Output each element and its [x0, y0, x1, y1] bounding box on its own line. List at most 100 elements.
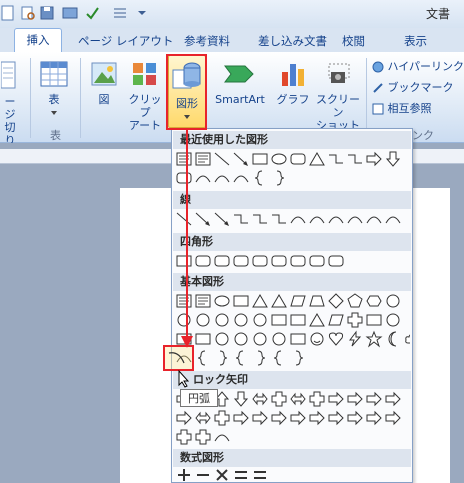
spelling-icon[interactable]	[84, 5, 100, 21]
shape-item-rect[interactable]	[195, 333, 211, 345]
shape-item-cross[interactable]	[176, 429, 192, 445]
shape-item-tri[interactable]	[309, 313, 325, 327]
shape-item-circle[interactable]	[234, 332, 248, 346]
shape-item-cross[interactable]	[309, 391, 325, 407]
shape-item-lr[interactable]	[195, 411, 211, 425]
shape-item-rarrow[interactable]	[366, 410, 382, 426]
rectangle-shapes[interactable]	[174, 253, 410, 271]
shape-item-brace2[interactable]	[295, 350, 304, 366]
basic-shapes[interactable]	[174, 293, 410, 373]
shape-item-circle[interactable]	[272, 332, 286, 346]
shape-item-curve[interactable]	[233, 175, 249, 183]
shape-item-rect[interactable]	[290, 314, 306, 326]
shape-item-brace[interactable]	[235, 350, 244, 366]
shape-item-rect[interactable]	[252, 153, 268, 165]
crossref-button[interactable]: 相互参照	[372, 102, 464, 115]
shape-item-oval[interactable]	[271, 153, 287, 165]
bookmark-button[interactable]: ブックマーク	[372, 81, 464, 94]
shape-item-rarrow[interactable]	[328, 391, 344, 407]
shape-item-curve[interactable]	[290, 216, 306, 224]
shape-item-rect[interactable]	[271, 314, 287, 326]
line-shapes[interactable]	[174, 211, 410, 229]
shape-item-lr[interactable]	[252, 392, 268, 406]
shape-item-plus[interactable]	[178, 469, 190, 481]
tab-insert[interactable]: 挿入	[14, 28, 62, 52]
shape-item-round[interactable]	[271, 255, 287, 267]
shape-item-lr[interactable]	[290, 392, 306, 406]
shape-item-bolt[interactable]	[349, 330, 362, 347]
shape-item-brace[interactable]	[197, 350, 206, 366]
shape-item-rarrow[interactable]	[347, 391, 363, 407]
numbering-icon[interactable]	[112, 5, 128, 21]
save-icon[interactable]	[40, 5, 56, 21]
shape-item-rarrow[interactable]	[347, 410, 363, 426]
tab-references[interactable]: 参考資料	[184, 33, 230, 49]
hyperlink-button[interactable]: ハイパーリンク	[372, 60, 464, 73]
shape-item-rarrow[interactable]	[271, 410, 287, 426]
shape-item-rarrow[interactable]	[385, 391, 401, 407]
screenshot-button[interactable]: スクリーン ショット	[312, 60, 364, 132]
recent-shapes[interactable]	[174, 151, 410, 187]
shape-item-rarrow[interactable]	[385, 410, 401, 426]
shape-item-rarrow[interactable]	[328, 410, 344, 426]
picture-button[interactable]: 図	[88, 60, 120, 106]
shape-item-round[interactable]	[290, 153, 306, 165]
shape-item-cross[interactable]	[271, 391, 287, 407]
shape-item-brace2[interactable]	[257, 350, 266, 366]
shape-item-curve[interactable]	[385, 216, 401, 224]
shape-item-rect[interactable]	[233, 295, 249, 307]
shape-item-brace[interactable]	[254, 170, 263, 186]
shape-item-equal[interactable]	[254, 471, 266, 479]
shape-item-circle[interactable]	[215, 332, 229, 346]
format-icon[interactable]	[62, 5, 78, 21]
shape-item-cross[interactable]	[347, 312, 363, 328]
shape-item-rect[interactable]	[366, 314, 382, 326]
shape-item-cloud[interactable]	[405, 334, 410, 344]
clipart-button[interactable]: クリップ アート	[126, 60, 164, 132]
shape-item-elbow[interactable]	[234, 214, 248, 224]
shape-item-pent[interactable]	[347, 293, 363, 308]
shape-item-oval[interactable]	[214, 295, 230, 307]
chart-button[interactable]: グラフ	[276, 60, 310, 106]
shape-item-round[interactable]	[309, 255, 325, 267]
shape-item-diamond[interactable]	[328, 293, 344, 309]
shape-item-smile[interactable]	[310, 332, 324, 346]
shape-item-trap[interactable]	[309, 295, 325, 307]
shape-item-circle[interactable]	[234, 313, 248, 327]
shape-item-circle[interactable]	[215, 313, 229, 327]
shape-item-tri[interactable]	[271, 294, 287, 308]
shape-item-text[interactable]	[195, 152, 211, 166]
shape-item-rarrow[interactable]	[252, 410, 268, 426]
shape-item-arrowl[interactable]	[195, 212, 210, 226]
shape-item-arrowl[interactable]	[214, 212, 229, 226]
shape-item-star[interactable]	[365, 330, 383, 348]
tab-mailings[interactable]: 差し込み文書	[258, 33, 327, 49]
shape-item-rarrow[interactable]	[366, 391, 382, 407]
shape-item-line[interactable]	[214, 152, 230, 166]
shape-item-curve[interactable]	[366, 216, 382, 224]
shape-item-elbow[interactable]	[348, 154, 362, 164]
shape-item-circle[interactable]	[386, 313, 400, 327]
shape-item-round[interactable]	[252, 255, 268, 267]
shape-item-para[interactable]	[328, 314, 344, 326]
shape-item-brace[interactable]	[273, 350, 282, 366]
shape-item-equal[interactable]	[235, 471, 247, 479]
shape-item-hex[interactable]	[366, 295, 382, 307]
shape-item-circle[interactable]	[386, 294, 400, 308]
shape-item-curve[interactable]	[214, 434, 230, 442]
shape-item-rarrow[interactable]	[290, 410, 306, 426]
shape-item-rarrow[interactable]	[233, 410, 249, 426]
customize-toolbar-icon[interactable]	[134, 5, 150, 21]
shape-item-round[interactable]	[214, 255, 230, 267]
shape-item-curve[interactable]	[347, 216, 363, 224]
new-document-icon[interactable]	[0, 5, 16, 21]
shape-item-rarrow[interactable]	[309, 410, 325, 426]
shape-item-curve[interactable]	[328, 216, 344, 224]
shape-item-round[interactable]	[195, 255, 211, 267]
shape-item-tri[interactable]	[252, 294, 268, 308]
shape-item-elbow[interactable]	[253, 214, 267, 224]
print-preview-icon[interactable]	[20, 5, 36, 21]
shape-item-round[interactable]	[290, 255, 306, 267]
shape-item-para[interactable]	[290, 295, 306, 307]
shape-item-circle[interactable]	[196, 313, 210, 327]
